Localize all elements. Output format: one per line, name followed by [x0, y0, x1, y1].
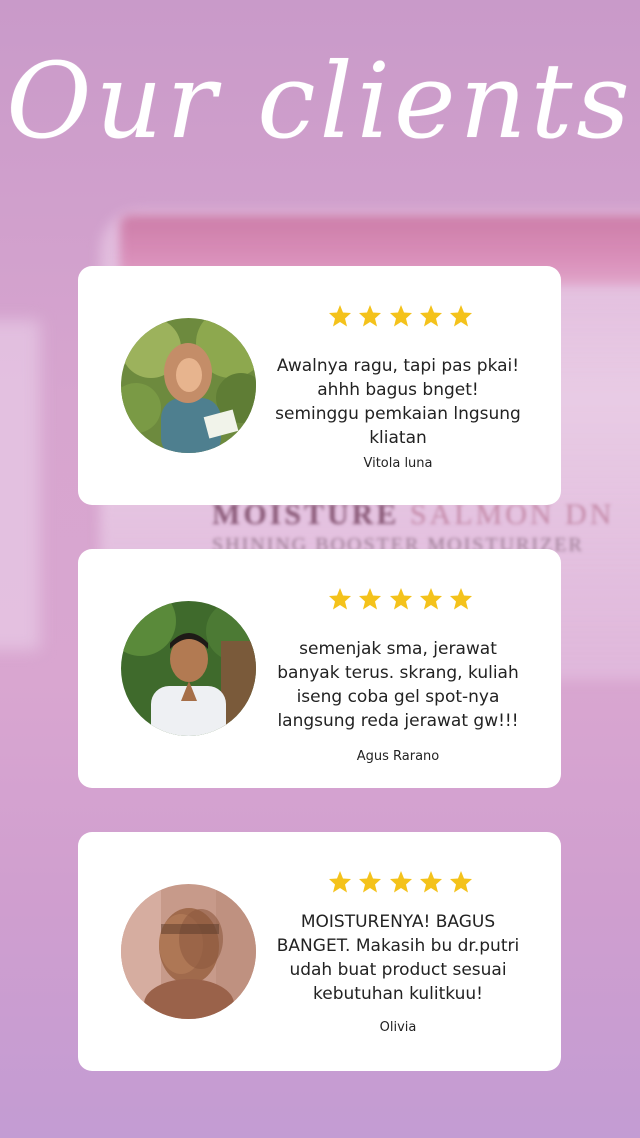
reviewer-name: Vitola luna [363, 456, 433, 471]
testimonial-card: MOISTURENYA! BAGUS BANGET. Makasih bu dr… [78, 832, 561, 1071]
star-icon [389, 588, 412, 610]
woman-in-hijab-photo-icon [121, 318, 256, 453]
star-icon [359, 305, 382, 327]
star-icon [419, 588, 442, 610]
page-title: Our clients [6, 40, 634, 162]
star-icon [419, 871, 442, 893]
star-rating [328, 587, 473, 615]
review-text: Awalnya ragu, tapi pas pkai! ahhh bagus … [275, 356, 521, 448]
star-icon [389, 305, 412, 327]
star-icon [329, 305, 351, 327]
blurred-portrait-photo-icon [121, 884, 256, 1019]
star-icon [329, 871, 351, 893]
star-icon [450, 871, 472, 893]
star-icon [419, 305, 442, 327]
star-rating [328, 870, 473, 898]
background-blur-left [0, 320, 40, 650]
star-icon [389, 871, 412, 893]
star-icon [450, 588, 472, 610]
review-text: semenjak sma, jerawat banyak terus. skra… [277, 639, 519, 731]
reviewer-name: Agus Rarano [356, 749, 440, 764]
reviewer-name: Olivia [379, 1020, 417, 1035]
testimonial-card: semenjak sma, jerawat banyak terus. skra… [78, 549, 561, 788]
avatar [121, 884, 256, 1019]
avatar [121, 601, 256, 736]
star-rating [328, 304, 473, 332]
avatar [121, 318, 256, 453]
review-text: MOISTURENYA! BAGUS BANGET. Makasih bu dr… [276, 912, 520, 1004]
star-icon [450, 305, 472, 327]
star-icon [359, 588, 382, 610]
smiling-man-photo-icon [121, 601, 256, 736]
testimonial-card: Awalnya ragu, tapi pas pkai! ahhh bagus … [78, 266, 561, 505]
star-icon [329, 588, 351, 610]
star-icon [359, 871, 382, 893]
